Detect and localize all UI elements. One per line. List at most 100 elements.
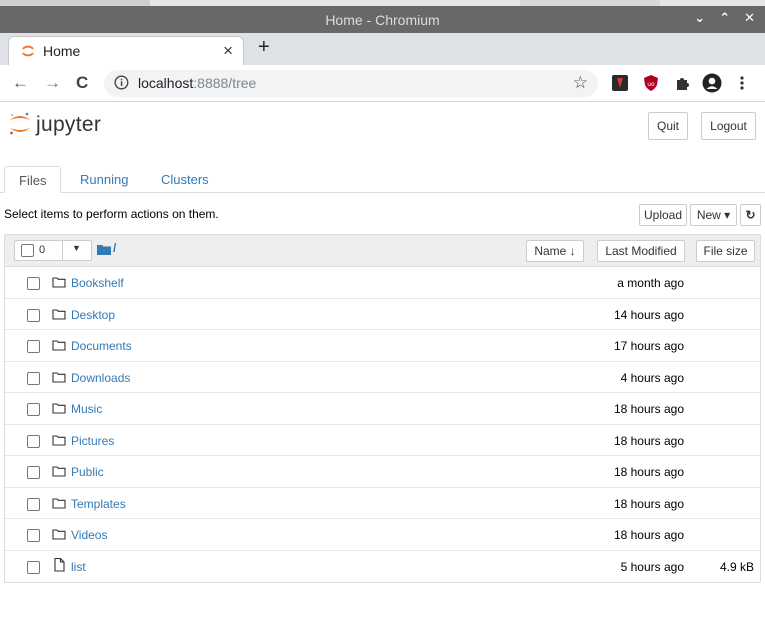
- sort-name-button[interactable]: Name ↓: [526, 240, 584, 262]
- new-tab-button[interactable]: +: [258, 36, 270, 59]
- minimize-button[interactable]: ⌄: [694, 10, 705, 26]
- item-checkbox[interactable]: [27, 529, 40, 542]
- jupyter-brand[interactable]: jupyter: [36, 113, 101, 137]
- item-name-link[interactable]: Documents: [71, 339, 132, 353]
- item-checkbox[interactable]: [27, 434, 40, 448]
- browser-tab-label: Home: [43, 43, 81, 59]
- selected-count: 0: [39, 244, 46, 256]
- refresh-button[interactable]: ↻: [740, 204, 761, 226]
- back-button[interactable]: ←: [12, 73, 29, 93]
- window-title: Home - Chromium: [325, 12, 440, 28]
- breadcrumb-root[interactable]: /: [113, 241, 116, 255]
- file-list-item[interactable]: Templates 18 hours ago: [5, 488, 760, 519]
- file-outline-icon: [54, 557, 65, 572]
- svg-text:uo: uo: [647, 81, 655, 88]
- folder-outline-icon: [52, 497, 66, 509]
- file-list-item[interactable]: Public 18 hours ago: [5, 456, 760, 488]
- close-window-button[interactable]: ✕: [744, 10, 755, 26]
- maximize-button[interactable]: ⌃: [719, 10, 730, 26]
- item-name-link[interactable]: list: [71, 560, 86, 574]
- file-list-item[interactable]: Downloads 4 hours ago: [5, 362, 760, 393]
- folder-icon[interactable]: [97, 244, 111, 255]
- item-name-link[interactable]: Bookshelf: [71, 276, 124, 290]
- info-icon[interactable]: [114, 75, 129, 90]
- item-checkbox[interactable]: [27, 560, 40, 574]
- folder-outline-icon: [52, 340, 66, 351]
- item-last-modified: a month ago: [617, 276, 684, 290]
- quit-button[interactable]: Quit: [648, 112, 688, 140]
- folder-outline-icon: [52, 371, 66, 383]
- ublock-shield-icon[interactable]: uo: [643, 75, 659, 91]
- new-dropdown-button[interactable]: New ▾: [690, 204, 737, 226]
- folder-outline-icon: [52, 434, 66, 446]
- item-name-link[interactable]: Desktop: [71, 308, 115, 322]
- browser-menu-icon[interactable]: [738, 75, 746, 91]
- item-name-link[interactable]: Templates: [71, 497, 126, 511]
- select-dropdown-icon[interactable]: ▼: [72, 243, 81, 253]
- item-last-modified: 4 hours ago: [620, 370, 684, 385]
- item-last-modified: 18 hours ago: [613, 496, 684, 511]
- file-list-item[interactable]: Videos 18 hours ago: [5, 519, 760, 551]
- item-checkbox[interactable]: [27, 466, 40, 479]
- jupyter-favicon-icon: [22, 45, 34, 57]
- browser-tabstrip: Home × +: [0, 33, 765, 65]
- sort-last-modified-button[interactable]: Last Modified: [597, 240, 685, 262]
- item-last-modified: 18 hours ago: [613, 433, 684, 448]
- folder-outline-icon: [52, 308, 66, 320]
- file-list-item[interactable]: Desktop 14 hours ago: [5, 299, 760, 330]
- browser-tab-home[interactable]: Home ×: [8, 36, 244, 65]
- forward-button[interactable]: →: [44, 73, 61, 93]
- item-last-modified: 18 hours ago: [613, 465, 684, 479]
- bookmark-star-icon[interactable]: ☆: [573, 73, 588, 93]
- jupyter-header: jupyter Quit Logout: [0, 103, 765, 148]
- item-checkbox[interactable]: [27, 371, 40, 385]
- logout-button[interactable]: Logout: [701, 112, 756, 140]
- reload-button[interactable]: C: [76, 73, 88, 93]
- tab-running[interactable]: Running: [66, 166, 142, 193]
- tab-close-icon[interactable]: ×: [223, 41, 233, 61]
- folder-outline-icon: [52, 466, 66, 477]
- jupyter-logo-icon[interactable]: [8, 111, 32, 137]
- item-name-link[interactable]: Downloads: [71, 371, 130, 385]
- url-text[interactable]: localhost:8888/tree: [138, 75, 256, 91]
- item-name-link[interactable]: Pictures: [71, 434, 114, 448]
- select-all-checkbox[interactable]: [21, 244, 34, 257]
- item-checkbox[interactable]: [27, 403, 40, 416]
- item-checkbox[interactable]: [27, 340, 40, 353]
- folder-outline-icon: [52, 403, 66, 414]
- item-checkbox[interactable]: [27, 497, 40, 511]
- file-list-item[interactable]: Documents 17 hours ago: [5, 330, 760, 362]
- selection-hint: Select items to perform actions on them.: [4, 207, 219, 221]
- address-bar[interactable]: localhost:8888/tree ☆: [104, 70, 598, 97]
- upload-button[interactable]: Upload: [639, 204, 687, 226]
- tab-clusters[interactable]: Clusters: [147, 166, 223, 193]
- extensions-puzzle-icon[interactable]: [674, 75, 690, 91]
- file-list: 0 ▼ / Name ↓ Last Modified File size Boo…: [4, 234, 761, 583]
- extension-red-icon[interactable]: [612, 75, 628, 91]
- file-list-item[interactable]: Bookshelf a month ago: [5, 267, 760, 299]
- folder-outline-icon: [52, 529, 66, 540]
- item-name-link[interactable]: Public: [71, 465, 104, 479]
- item-checkbox[interactable]: [27, 277, 40, 290]
- profile-avatar-icon[interactable]: [702, 73, 722, 93]
- browser-toolbar: ← → C localhost:8888/tree ☆ uo: [0, 65, 765, 102]
- folder-outline-icon: [52, 277, 66, 288]
- item-last-modified: 5 hours ago: [620, 559, 684, 574]
- tab-files[interactable]: Files: [4, 166, 62, 193]
- item-name-link[interactable]: Videos: [71, 528, 107, 542]
- item-last-modified: 17 hours ago: [613, 339, 684, 353]
- divider: [62, 241, 63, 260]
- dashboard-tabs: Files Running Clusters: [0, 166, 765, 193]
- file-list-item[interactable]: Music 18 hours ago: [5, 393, 760, 425]
- file-list-header: 0 ▼ / Name ↓ Last Modified File size: [5, 235, 760, 267]
- item-last-modified: 14 hours ago: [613, 307, 684, 322]
- select-all-group: 0 ▼: [14, 240, 92, 261]
- item-name-link[interactable]: Music: [71, 402, 102, 416]
- sort-file-size-button[interactable]: File size: [696, 240, 755, 262]
- item-last-modified: 18 hours ago: [613, 528, 684, 542]
- item-last-modified: 18 hours ago: [613, 402, 684, 416]
- file-list-item[interactable]: list 5 hours ago 4.9 kB: [5, 551, 760, 583]
- file-list-item[interactable]: Pictures 18 hours ago: [5, 425, 760, 456]
- item-file-size: 4.9 kB: [719, 559, 754, 574]
- item-checkbox[interactable]: [27, 308, 40, 322]
